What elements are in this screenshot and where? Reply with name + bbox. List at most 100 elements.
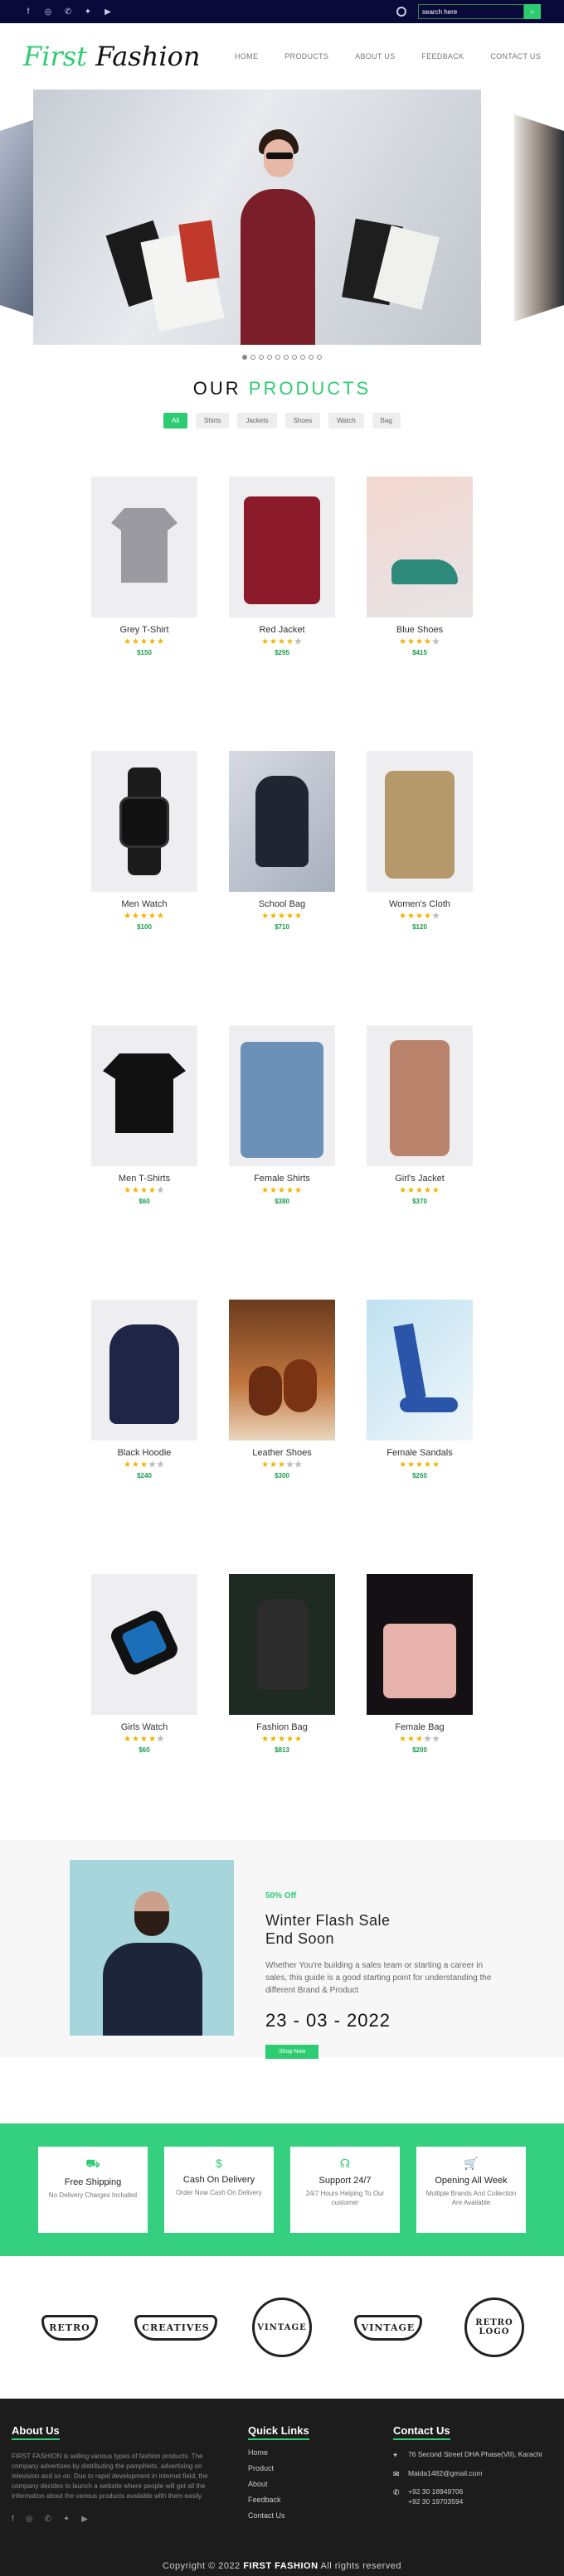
user-icon[interactable] — [396, 7, 406, 17]
product-name[interactable]: Men T-Shirts — [91, 1174, 197, 1184]
product-image[interactable] — [229, 1300, 335, 1441]
product-name[interactable]: School Bag — [229, 899, 335, 909]
product-name[interactable]: Girl's Jacket — [367, 1174, 473, 1184]
product-card[interactable]: Female Bag ★★★★★ $200 — [367, 1574, 473, 1754]
product-image[interactable] — [367, 1025, 473, 1166]
product-card[interactable]: Female Sandals ★★★★★ $260 — [367, 1300, 473, 1479]
product-card[interactable]: Blue Shoes ★★★★★ $415 — [367, 477, 473, 656]
product-card[interactable]: Men T-Shirts ★★★★★ $60 — [91, 1025, 197, 1205]
product-image[interactable] — [229, 751, 335, 892]
twitter-icon[interactable]: ✦ — [63, 2515, 70, 2524]
address-text: 76 Second Street DHA Phase(VII), Karachi — [408, 2450, 542, 2458]
filter-all[interactable]: All — [163, 413, 187, 429]
search-input[interactable] — [418, 4, 524, 19]
product-image[interactable] — [229, 1025, 335, 1166]
slider-dot[interactable] — [259, 355, 264, 360]
product-card[interactable]: Girl's Jacket ★★★★★ $370 — [367, 1025, 473, 1205]
product-image[interactable] — [229, 1574, 335, 1715]
filter-watch[interactable]: Watch — [328, 413, 364, 429]
slider-dot[interactable] — [275, 355, 280, 360]
product-image[interactable] — [367, 1300, 473, 1441]
product-card[interactable]: Leather Shoes ★★★★★ $300 — [229, 1300, 335, 1479]
product-image[interactable] — [91, 1574, 197, 1715]
nav-contact[interactable]: CONTACT US — [490, 52, 541, 61]
instagram-icon[interactable]: ◎ — [26, 2515, 33, 2524]
product-name[interactable]: Black Hoodie — [91, 1448, 197, 1458]
truck-icon: ⛟ — [85, 2157, 100, 2170]
nav-about[interactable]: ABOUT US — [355, 52, 395, 61]
product-card[interactable]: Girls Watch ★★★★★ $60 — [91, 1574, 197, 1754]
facebook-icon[interactable]: f — [23, 7, 33, 17]
nav-home[interactable]: HOME — [235, 52, 258, 61]
product-name[interactable]: Female Shirts — [229, 1174, 335, 1184]
product-name[interactable]: Girls Watch — [91, 1722, 197, 1732]
product-name[interactable]: Women's Cloth — [367, 899, 473, 909]
facebook-icon[interactable]: f — [12, 2515, 14, 2524]
title-our: OUR — [192, 378, 241, 399]
product-card[interactable]: School Bag ★★★★★ $710 — [229, 751, 335, 931]
slider-dot[interactable] — [292, 355, 297, 360]
product-name[interactable]: Blue Shoes — [367, 625, 473, 635]
instagram-icon[interactable]: ◎ — [43, 7, 53, 17]
product-image[interactable] — [91, 1025, 197, 1166]
slider-dot[interactable] — [317, 355, 322, 360]
slider-dot[interactable] — [300, 355, 305, 360]
nav-feedback[interactable]: FEEDBACK — [421, 52, 464, 61]
product-card[interactable]: Black Hoodie ★★★★★ $240 — [91, 1300, 197, 1479]
product-name[interactable]: Men Watch — [91, 899, 197, 909]
slider-dot[interactable] — [242, 355, 247, 360]
product-name[interactable]: Fashion Bag — [229, 1722, 335, 1732]
slider-dot[interactable] — [267, 355, 272, 360]
service-title: Cash On Delivery — [182, 2175, 255, 2185]
product-image[interactable] — [91, 1300, 197, 1441]
product-card[interactable]: Men Watch ★★★★★ $100 — [91, 751, 197, 931]
product-image[interactable] — [229, 477, 335, 617]
footer-link-product[interactable]: Product — [248, 2464, 393, 2472]
filter-bag[interactable]: Bag — [372, 413, 401, 429]
footer-link-home[interactable]: Home — [248, 2448, 393, 2457]
filter-shoes[interactable]: Shoes — [284, 413, 321, 429]
hero-model-coat — [241, 189, 315, 345]
product-card[interactable]: Women's Cloth ★★★★★ $120 — [367, 751, 473, 931]
product-card[interactable]: Fashion Bag ★★★★★ $813 — [229, 1574, 335, 1754]
filter-shirts[interactable]: Shirts — [196, 413, 230, 429]
product-price: $60 — [139, 1198, 150, 1205]
nav-products[interactable]: PRODUCTS — [284, 52, 328, 61]
twitter-icon[interactable]: ✦ — [83, 7, 93, 17]
youtube-icon[interactable]: ▶ — [103, 7, 113, 17]
shop-now-button[interactable]: Shop Now — [265, 2045, 319, 2060]
whatsapp-icon[interactable]: ✆ — [45, 2515, 51, 2524]
product-image[interactable] — [367, 1574, 473, 1715]
product-name[interactable]: Female Bag — [367, 1722, 473, 1732]
slider-dot[interactable] — [250, 355, 255, 360]
phone-numbers: +92 30 18949706 +92 30 19703594 — [408, 2487, 463, 2507]
product-image[interactable] — [91, 477, 197, 617]
footer-link-contact[interactable]: Contact Us — [248, 2511, 393, 2520]
product-card[interactable]: Female Shirts ★★★★★ $380 — [229, 1025, 335, 1205]
product-name[interactable]: Female Sandals — [367, 1448, 473, 1458]
footer-link-about[interactable]: About — [248, 2480, 393, 2488]
whatsapp-icon[interactable]: ✆ — [63, 7, 73, 17]
slider-dot[interactable] — [284, 355, 289, 360]
filter-jackets[interactable]: Jackets — [237, 413, 277, 429]
product-row: Girls Watch ★★★★★ $60 Fashion Bag ★★★★★ $813 F… — [91, 1574, 473, 1754]
slide-next-preview[interactable] — [514, 114, 564, 322]
site-logo[interactable]: First Fashion — [23, 41, 200, 72]
product-name[interactable]: Red Jacket — [229, 625, 335, 635]
product-card[interactable]: Grey T-Shirt ★★★★★ $150 — [91, 477, 197, 656]
star-icon: ★ — [416, 1735, 424, 1744]
footer-link-feedback[interactable]: Feedback — [248, 2496, 393, 2504]
product-image[interactable] — [367, 751, 473, 892]
star-icon: ★ — [407, 637, 416, 646]
product-image[interactable] — [91, 751, 197, 892]
product-name[interactable]: Grey T-Shirt — [91, 625, 197, 635]
youtube-icon[interactable]: ▶ — [81, 2515, 88, 2524]
product-card[interactable]: Red Jacket ★★★★★ $295 — [229, 477, 335, 656]
star-icon: ★ — [124, 1186, 133, 1195]
slider-dot[interactable] — [309, 355, 314, 360]
product-image[interactable] — [367, 477, 473, 617]
product-name[interactable]: Leather Shoes — [229, 1448, 335, 1458]
footer-email[interactable]: ✉ Maida1482@gmail.com — [393, 2469, 542, 2480]
search-button[interactable]: ⌕ — [524, 4, 541, 19]
product-price: $240 — [137, 1472, 152, 1479]
